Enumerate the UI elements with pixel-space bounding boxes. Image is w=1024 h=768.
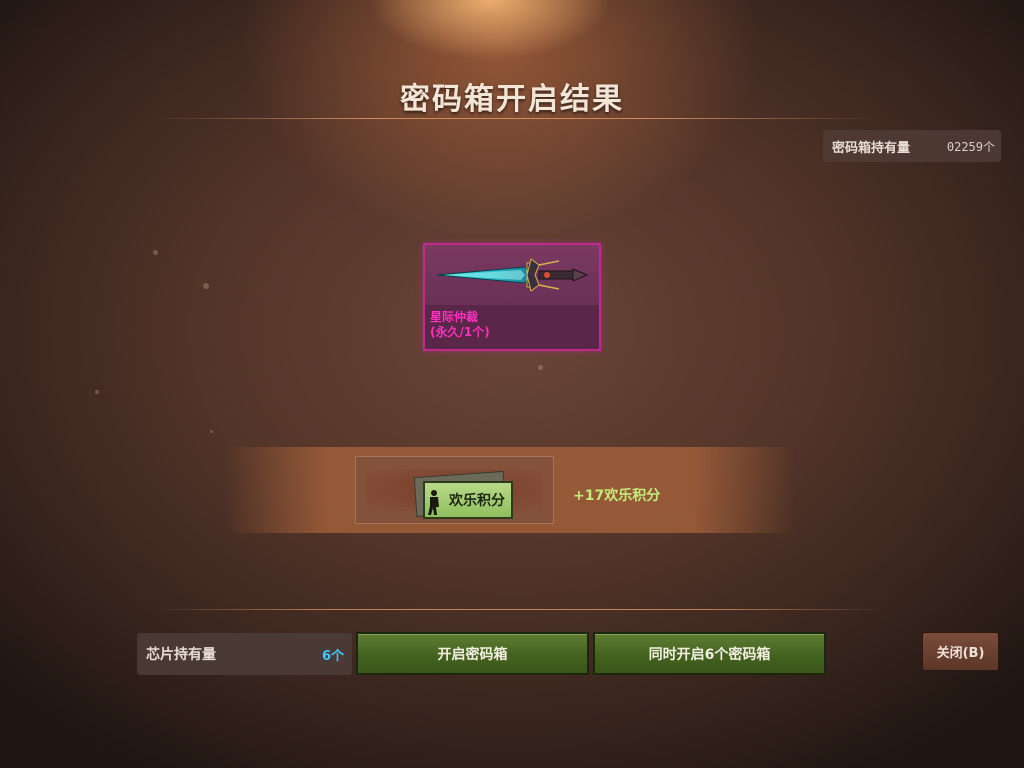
open-all-boxes-button[interactable]: 同时开启6个密码箱 [593, 632, 826, 675]
box-holdings-panel: 密码箱持有量 02259个 [823, 130, 1001, 162]
chip-holdings-label: 芯片持有量 [146, 647, 216, 663]
dust-particle [538, 365, 543, 370]
chip-holdings-value: 6个 [321, 648, 344, 664]
points-icon-frame: 欢乐积分 [355, 456, 554, 524]
dust-particle [210, 430, 213, 433]
soldier-silhouette-icon [428, 490, 439, 515]
dust-particle [153, 250, 158, 255]
result-screen: 密码箱开启结果 密码箱持有量 02259个 星际仲裁 (永久/1个) 欢乐积分 … [0, 0, 1024, 768]
open-box-button[interactable]: 开启密码箱 [356, 632, 589, 675]
close-button[interactable]: 关闭(B) [922, 632, 999, 671]
points-card-label: 欢乐积分 [449, 493, 505, 509]
reward-item-duration: (永久/1个) [430, 325, 490, 339]
box-holdings-value: 02259个 [946, 139, 995, 154]
dust-particle [95, 390, 99, 394]
reward-image-area [425, 245, 599, 305]
reward-card[interactable]: 星际仲裁 (永久/1个) [423, 243, 601, 351]
footer-divider [150, 609, 890, 610]
sword-icon [436, 258, 589, 292]
points-gain-text: +17欢乐积分 [573, 488, 661, 504]
dust-particle [203, 283, 209, 289]
title-divider [150, 118, 880, 119]
page-title: 密码箱开启结果 [400, 82, 624, 117]
chip-holdings-panel: 芯片持有量 6个 [137, 633, 352, 675]
points-icon-backdrop: 欢乐积分 [366, 469, 542, 519]
box-holdings-label: 密码箱持有量 [832, 140, 911, 156]
